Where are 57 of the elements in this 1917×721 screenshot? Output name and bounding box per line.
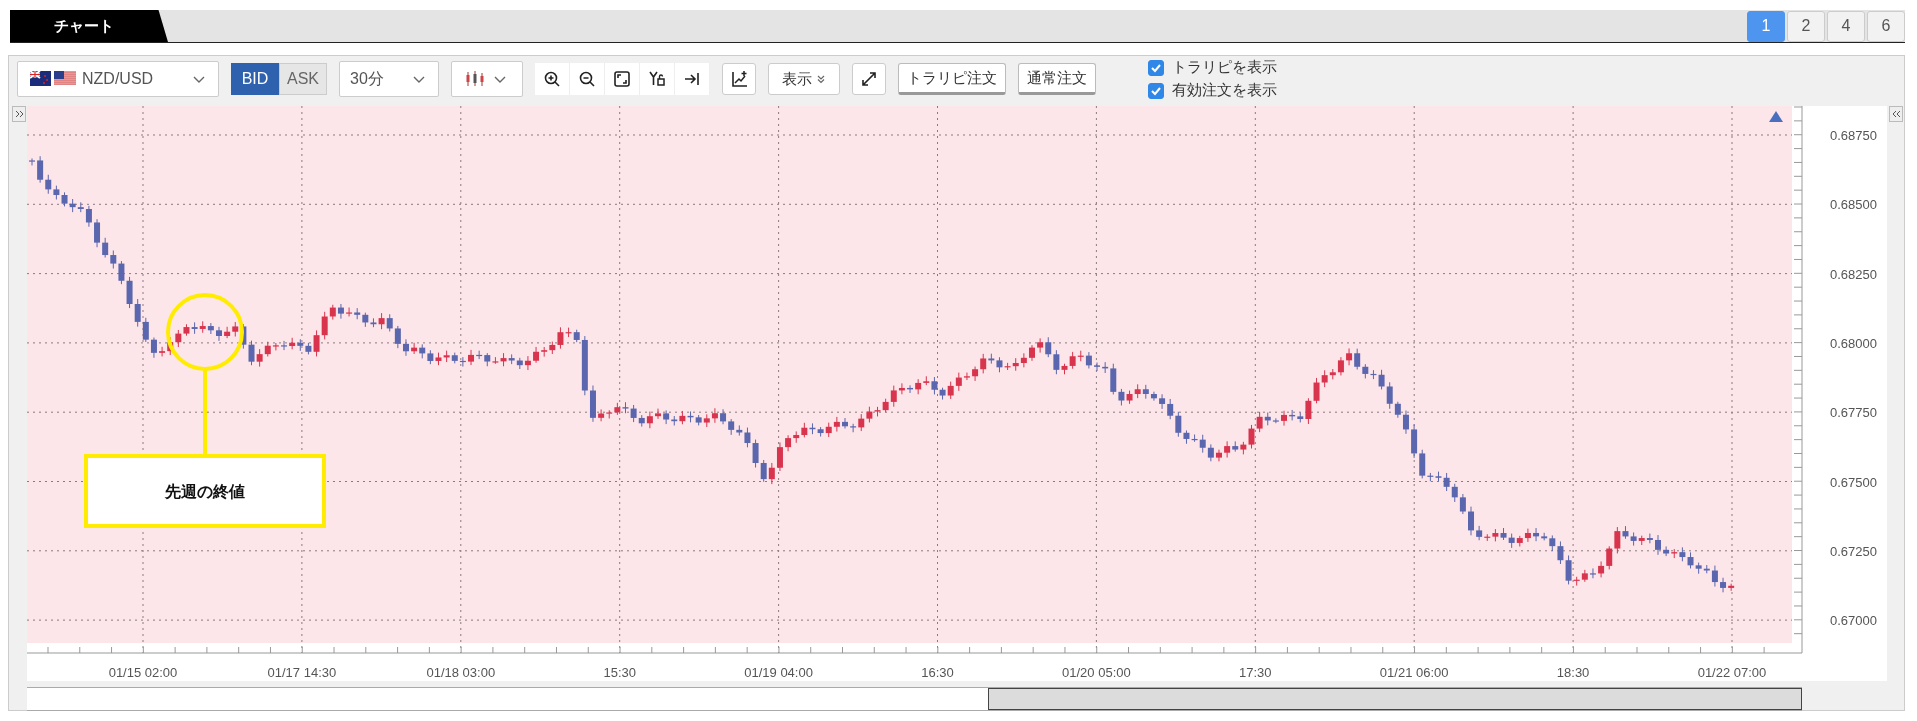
expand-icon xyxy=(860,70,878,88)
y-axis-label: 0.68500 xyxy=(1830,197,1877,213)
x-axis-label: 01/15 02:00 xyxy=(108,665,178,680)
display-button[interactable]: 表示 xyxy=(768,63,840,95)
x-axis-label: 16:30 xyxy=(921,665,954,680)
order-button[interactable]: トラリピ注文 xyxy=(898,63,1006,95)
chart-type-dropdown[interactable] xyxy=(451,61,523,97)
order-button[interactable]: 通常注文 xyxy=(1018,63,1096,95)
timeframe-label: 30分 xyxy=(350,68,385,89)
x-axis-label: 01/22 07:00 xyxy=(1697,665,1767,680)
layout-button[interactable]: 2 xyxy=(1787,10,1825,42)
callout-text: 先週の終値 xyxy=(165,483,245,500)
checkbox[interactable] xyxy=(1148,82,1164,99)
x-axis-label: 01/20 05:00 xyxy=(1062,665,1131,680)
layout-button[interactable]: 4 xyxy=(1827,10,1865,42)
x-axis-label: 01/19 04:00 xyxy=(744,665,813,680)
x-axis-label: 01/21 06:00 xyxy=(1379,665,1449,680)
collapse-left-button[interactable] xyxy=(12,106,26,122)
expand-button[interactable] xyxy=(852,63,886,95)
x-axis-label: 17:30 xyxy=(1239,665,1272,680)
y-axis-label: 0.67500 xyxy=(1830,474,1877,490)
add-indicator-button[interactable] xyxy=(722,63,756,95)
chart-plus-icon xyxy=(730,70,748,88)
checkbox-label: 有効注文を表示 xyxy=(1172,81,1277,100)
double-chevron-icon xyxy=(816,74,826,84)
price-type-button[interactable]: BID xyxy=(231,63,279,95)
x-axis-label: 15:30 xyxy=(603,665,636,680)
collapse-right-button[interactable] xyxy=(1889,106,1903,122)
x-axis-label: 01/18 03:00 xyxy=(426,665,496,680)
y-axis-label: 0.67000 xyxy=(1830,613,1877,629)
timeframe-dropdown[interactable]: 30分 xyxy=(339,61,439,97)
y-axis-label: 0.67250 xyxy=(1830,543,1877,559)
y-axis-label: 0.67750 xyxy=(1830,405,1877,421)
arrow-to-bar-icon xyxy=(683,70,701,88)
x-axis-label: 01/17 14:30 xyxy=(267,665,337,680)
scrollbar-thumb[interactable] xyxy=(988,688,1802,710)
double-chevron-left-icon xyxy=(1891,110,1901,118)
zoom-out-icon xyxy=(578,70,596,88)
y-axis-label: 0.68750 xyxy=(1830,128,1877,143)
y-axis-label: 0.68000 xyxy=(1830,335,1877,351)
y-axis-label: 0.68250 xyxy=(1830,266,1877,282)
zoom-in-icon xyxy=(543,70,561,88)
double-chevron-right-icon xyxy=(14,110,24,118)
zoom-in-button[interactable] xyxy=(535,63,570,95)
layout-button[interactable]: 6 xyxy=(1867,10,1905,42)
y-lock-icon xyxy=(648,70,666,88)
checkbox-label: トラリピを表示 xyxy=(1172,58,1277,77)
checkbox[interactable] xyxy=(1148,59,1164,76)
currency-pair-dropdown[interactable]: NZD/USD xyxy=(17,61,219,97)
fit-icon xyxy=(613,70,631,88)
price-type-button[interactable]: ASK xyxy=(279,63,327,95)
currency-pair-label: NZD/USD xyxy=(82,70,155,88)
chart-tab[interactable]: チャート xyxy=(10,10,168,42)
candlestick-icon xyxy=(465,70,485,88)
triangle-up-icon[interactable] xyxy=(1769,111,1783,122)
x-axis-label: 18:30 xyxy=(1556,665,1590,680)
flags-icon xyxy=(30,71,76,87)
